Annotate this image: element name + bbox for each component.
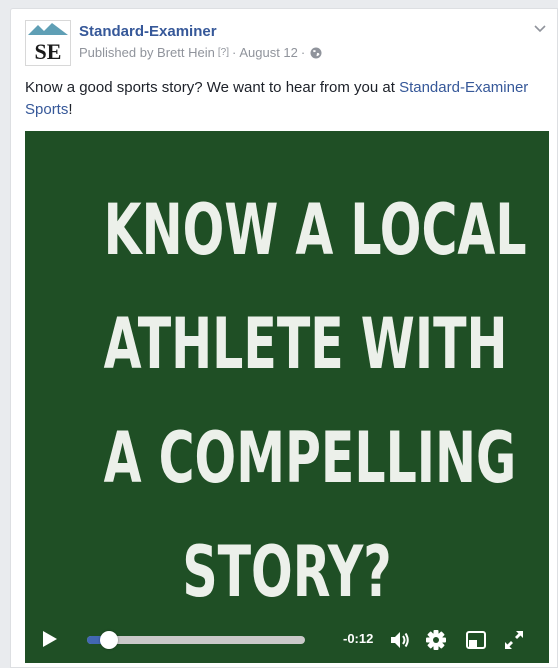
chevron-down-icon[interactable] <box>533 22 547 36</box>
help-marker[interactable]: [?] <box>218 47 229 58</box>
overlay-line-3: A COMPELLING <box>103 417 517 499</box>
mountain-logo-icon: SE <box>28 23 68 64</box>
gear-icon[interactable] <box>425 629 447 651</box>
overlay-line-4: STORY? <box>182 531 392 613</box>
post-date[interactable]: August 12 <box>239 45 298 60</box>
page-avatar[interactable]: SE <box>25 20 71 66</box>
post-header: SE Standard-Examiner Published by Brett … <box>25 20 557 66</box>
play-icon[interactable] <box>41 629 59 649</box>
fullscreen-icon[interactable] <box>503 629 525 651</box>
progress-bar[interactable] <box>87 631 305 649</box>
post-message: Know a good sports story? We want to hea… <box>25 77 550 121</box>
post-text-end: ! <box>68 101 73 118</box>
time-remaining: -0:12 <box>343 631 374 646</box>
avatar-text: SE <box>35 39 62 64</box>
progress-handle[interactable] <box>99 631 118 649</box>
meta-separator-2: · <box>300 45 306 60</box>
video-overlay-text: KNOW A LOCAL ATHLETE WITH A COMPELLING S… <box>103 173 527 629</box>
meta-separator: · <box>231 45 237 60</box>
volume-icon[interactable] <box>389 629 411 651</box>
globe-icon[interactable] <box>310 47 322 59</box>
overlay-line-1: KNOW A LOCAL <box>103 189 527 271</box>
overlay-line-2: ATHLETE WITH <box>103 303 508 385</box>
post-card: SE Standard-Examiner Published by Brett … <box>10 8 558 668</box>
post-meta: Published by Brett Hein [?] · August 12 … <box>79 45 322 60</box>
video-player[interactable]: KNOW A LOCAL ATHLETE WITH A COMPELLING S… <box>25 131 549 663</box>
published-by[interactable]: Published by Brett Hein <box>79 45 215 60</box>
video-controls: -0:12 <box>25 615 549 663</box>
picture-in-picture-icon[interactable] <box>465 629 487 651</box>
page-name-link[interactable]: Standard-Examiner <box>79 23 217 40</box>
post-text-start: Know a good sports story? We want to hea… <box>25 79 400 96</box>
